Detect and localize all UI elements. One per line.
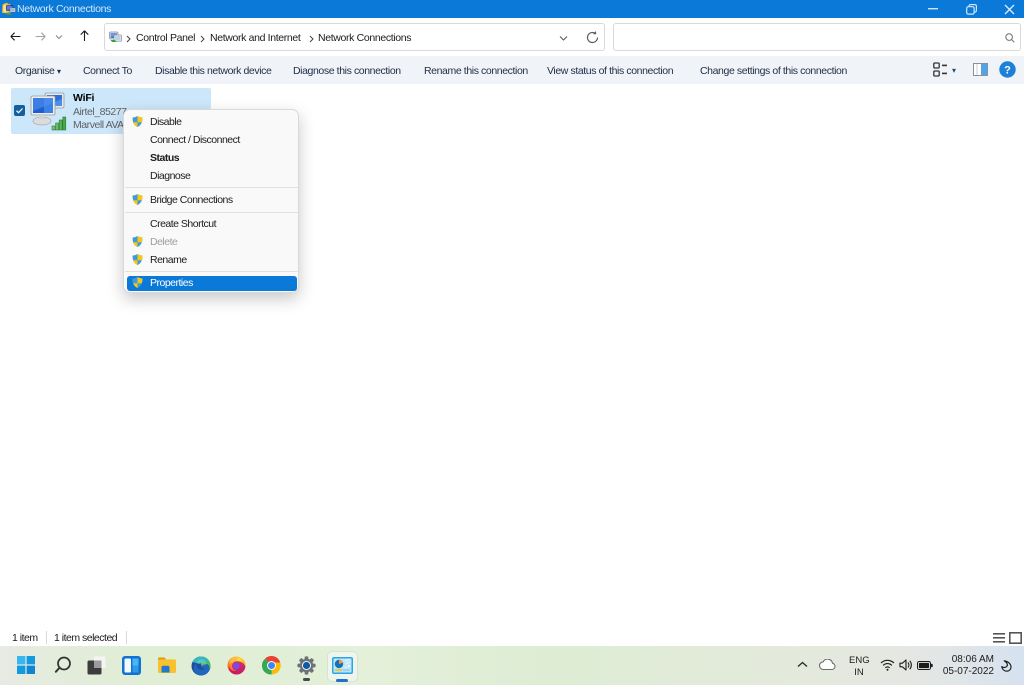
svg-text:?: ?	[1004, 65, 1011, 77]
